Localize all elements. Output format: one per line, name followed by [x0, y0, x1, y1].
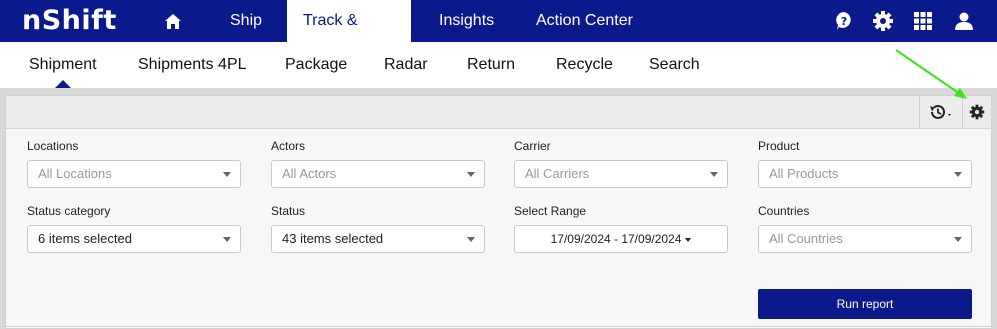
dropdown-arrow-icon — [223, 172, 231, 177]
panel-divider — [6, 326, 991, 327]
status-category-select[interactable]: 6 items selected — [27, 225, 241, 253]
history-icon — [930, 104, 951, 119]
product-placeholder: All Products — [769, 166, 839, 181]
dropdown-arrow-icon — [954, 172, 962, 177]
nav-action-center[interactable]: Action Center — [520, 0, 649, 42]
tab-radar[interactable]: Radar — [384, 56, 428, 74]
carrier-label: Carrier — [514, 139, 551, 153]
sub-navigation-bar: Shipment Shipments 4PL Package Radar Ret… — [0, 42, 997, 88]
locations-label: Locations — [27, 139, 79, 153]
nav-ship[interactable]: Ship — [214, 0, 278, 42]
tab-shipment[interactable]: Shipment — [29, 56, 97, 74]
product-select[interactable]: All Products — [758, 160, 972, 188]
dropdown-arrow-icon — [223, 237, 231, 242]
history-dropdown-button[interactable] — [919, 96, 963, 128]
actors-placeholder: All Actors — [282, 166, 337, 181]
status-label: Status — [271, 204, 306, 218]
caret-down-icon — [685, 237, 692, 242]
panel-settings-button[interactable] — [963, 96, 991, 128]
apps-button[interactable] — [911, 9, 935, 33]
nav-track-trace[interactable]: Track & Trace — [287, 0, 411, 71]
panel-toolbar — [6, 96, 991, 129]
dropdown-arrow-icon — [954, 237, 962, 242]
filter-panel: Locations All Locations Actors All Actor… — [5, 95, 992, 329]
top-navigation-bar: nShift Ship Track & Trace Insights Actio… — [0, 0, 997, 71]
select-range-label: Select Range — [514, 204, 587, 218]
nav-insights[interactable]: Insights — [423, 0, 510, 42]
home-icon — [165, 13, 181, 29]
locations-placeholder: All Locations — [38, 166, 112, 181]
carrier-select[interactable]: All Carriers — [514, 160, 728, 188]
help-icon: ? — [836, 12, 851, 30]
tab-recycle[interactable]: Recycle — [556, 56, 613, 74]
user-icon — [955, 12, 973, 30]
actors-label: Actors — [271, 139, 306, 153]
countries-label: Countries — [758, 204, 810, 218]
date-range-picker[interactable]: 17/09/2024 - 17/09/2024 — [514, 225, 728, 253]
settings-button[interactable] — [871, 9, 895, 33]
locations-select[interactable]: All Locations — [27, 160, 241, 188]
dropdown-arrow-icon — [710, 172, 718, 177]
dropdown-arrow-icon — [467, 237, 475, 242]
gear-icon — [969, 104, 985, 120]
svg-text:?: ? — [841, 15, 847, 28]
carrier-placeholder: All Carriers — [525, 166, 590, 181]
date-range-value: 17/09/2024 - 17/09/2024 — [550, 232, 682, 246]
status-category-label: Status category — [27, 204, 111, 218]
actors-select[interactable]: All Actors — [271, 160, 485, 188]
tab-package[interactable]: Package — [285, 56, 347, 74]
tab-search[interactable]: Search — [649, 56, 700, 74]
help-button[interactable]: ? — [832, 9, 856, 33]
status-category-value: 6 items selected — [38, 231, 132, 246]
tab-return[interactable]: Return — [467, 56, 515, 74]
home-button[interactable] — [150, 0, 196, 42]
run-report-button[interactable]: Run report — [758, 289, 972, 319]
product-label: Product — [758, 139, 800, 153]
gear-icon — [873, 11, 893, 31]
grid-icon — [914, 12, 932, 30]
dropdown-arrow-icon — [467, 172, 475, 177]
countries-placeholder: All Countries — [769, 231, 843, 246]
status-select[interactable]: 43 items selected — [271, 225, 485, 253]
countries-select[interactable]: All Countries — [758, 225, 972, 253]
nshift-logo[interactable]: nShift — [22, 4, 117, 38]
user-button[interactable] — [952, 9, 976, 33]
active-tab-indicator — [55, 80, 71, 88]
status-value: 43 items selected — [282, 231, 384, 246]
tab-shipments-4pl[interactable]: Shipments 4PL — [138, 56, 247, 74]
